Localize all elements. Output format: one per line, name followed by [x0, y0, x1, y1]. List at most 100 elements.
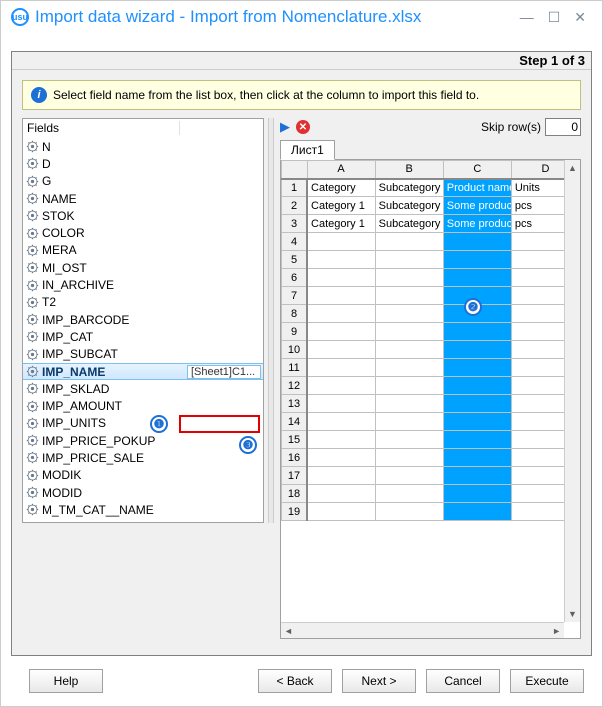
- row-header[interactable]: 8: [282, 305, 308, 323]
- field-mapping[interactable]: [Sheet1]C1...: [187, 365, 261, 379]
- sheet-grid[interactable]: ABCD1CategorySubcategoryProduct nameUnit…: [280, 160, 581, 639]
- row-header[interactable]: 18: [282, 485, 308, 503]
- cell[interactable]: [307, 251, 375, 269]
- field-row[interactable]: IMP_CAT: [23, 328, 263, 345]
- cell[interactable]: Category 1: [307, 215, 375, 233]
- cell[interactable]: [307, 359, 375, 377]
- row-header[interactable]: 4: [282, 233, 308, 251]
- cell[interactable]: [375, 485, 443, 503]
- help-button[interactable]: Help: [29, 669, 103, 693]
- cell[interactable]: Subcategory: [375, 215, 443, 233]
- cell[interactable]: [307, 503, 375, 521]
- cell[interactable]: [375, 431, 443, 449]
- row-header[interactable]: 7: [282, 287, 308, 305]
- splitter[interactable]: [268, 118, 274, 523]
- fields-list[interactable]: NDGNAMESTOKCOLORMERAMI_OSTIN_ARCHIVET2IM…: [23, 138, 263, 522]
- cell[interactable]: [307, 323, 375, 341]
- cell[interactable]: [307, 269, 375, 287]
- cell[interactable]: Category 1: [307, 197, 375, 215]
- cell[interactable]: Some produc: [443, 197, 511, 215]
- cell[interactable]: [375, 449, 443, 467]
- field-row[interactable]: IMP_SKLAD: [23, 380, 263, 397]
- delete-icon[interactable]: ✕: [296, 120, 310, 134]
- cell[interactable]: [443, 413, 511, 431]
- cell[interactable]: [375, 233, 443, 251]
- cell[interactable]: [307, 377, 375, 395]
- play-icon[interactable]: ▶: [280, 119, 290, 135]
- v-scrollbar[interactable]: [564, 160, 580, 622]
- row-header[interactable]: 19: [282, 503, 308, 521]
- row-header[interactable]: 6: [282, 269, 308, 287]
- cell[interactable]: [307, 449, 375, 467]
- row-header[interactable]: 13: [282, 395, 308, 413]
- row-header[interactable]: 12: [282, 377, 308, 395]
- minimize-button[interactable]: —: [520, 9, 534, 26]
- field-row[interactable]: IMP_PRICE_POKUP: [23, 432, 263, 449]
- cell[interactable]: Category: [307, 179, 375, 197]
- h-scrollbar[interactable]: [281, 622, 564, 638]
- field-row[interactable]: M_TM_CAT__NAME: [23, 501, 263, 518]
- cell[interactable]: Some produc: [443, 215, 511, 233]
- field-row[interactable]: STOK: [23, 207, 263, 224]
- cell[interactable]: [443, 233, 511, 251]
- cell[interactable]: Subcategory: [375, 197, 443, 215]
- cell[interactable]: [443, 269, 511, 287]
- cell[interactable]: [375, 395, 443, 413]
- cell[interactable]: [375, 305, 443, 323]
- cell[interactable]: [375, 323, 443, 341]
- cancel-button[interactable]: Cancel: [426, 669, 500, 693]
- close-button[interactable]: ✕: [574, 9, 586, 26]
- field-row[interactable]: MI_OST: [23, 259, 263, 276]
- cell[interactable]: [443, 251, 511, 269]
- cell[interactable]: [307, 485, 375, 503]
- cell[interactable]: [443, 449, 511, 467]
- cell[interactable]: [307, 431, 375, 449]
- row-header[interactable]: 16: [282, 449, 308, 467]
- cell[interactable]: [375, 377, 443, 395]
- cell[interactable]: [443, 503, 511, 521]
- maximize-button[interactable]: ☐: [548, 9, 561, 26]
- cell[interactable]: [443, 431, 511, 449]
- cell[interactable]: [307, 287, 375, 305]
- cell[interactable]: [307, 413, 375, 431]
- cell[interactable]: [307, 341, 375, 359]
- row-header[interactable]: 1: [282, 179, 308, 197]
- row-header[interactable]: 2: [282, 197, 308, 215]
- field-row[interactable]: N: [23, 138, 263, 155]
- sheet-tab[interactable]: Лист1: [280, 140, 335, 160]
- row-header[interactable]: 15: [282, 431, 308, 449]
- field-row[interactable]: NAME: [23, 190, 263, 207]
- back-button[interactable]: < Back: [258, 669, 332, 693]
- col-header[interactable]: A: [307, 161, 375, 179]
- field-row[interactable]: IN_ARCHIVE: [23, 276, 263, 293]
- field-row[interactable]: T2: [23, 294, 263, 311]
- cell[interactable]: [375, 251, 443, 269]
- field-row[interactable]: G: [23, 173, 263, 190]
- row-header[interactable]: 11: [282, 359, 308, 377]
- col-header[interactable]: C: [443, 161, 511, 179]
- field-row[interactable]: IMP_PRICE_SALE: [23, 449, 263, 466]
- cell[interactable]: [375, 359, 443, 377]
- cell[interactable]: [375, 341, 443, 359]
- col-header[interactable]: B: [375, 161, 443, 179]
- field-row[interactable]: IMP_NAME[Sheet1]C1...: [23, 363, 263, 380]
- cell[interactable]: [375, 287, 443, 305]
- row-header[interactable]: 9: [282, 323, 308, 341]
- cell[interactable]: [443, 485, 511, 503]
- cell[interactable]: [375, 503, 443, 521]
- skip-rows-input[interactable]: [545, 118, 581, 136]
- cell[interactable]: Product name: [443, 179, 511, 197]
- row-header[interactable]: 14: [282, 413, 308, 431]
- cell[interactable]: [375, 467, 443, 485]
- cell[interactable]: [443, 323, 511, 341]
- field-row[interactable]: MODIK: [23, 467, 263, 484]
- cell[interactable]: [443, 377, 511, 395]
- cell[interactable]: Subcategory: [375, 179, 443, 197]
- next-button[interactable]: Next >: [342, 669, 416, 693]
- field-row[interactable]: IMP_SUBCAT: [23, 346, 263, 363]
- cell[interactable]: [443, 341, 511, 359]
- row-header[interactable]: 3: [282, 215, 308, 233]
- cell[interactable]: [443, 395, 511, 413]
- row-header[interactable]: 17: [282, 467, 308, 485]
- field-row[interactable]: COLOR: [23, 224, 263, 241]
